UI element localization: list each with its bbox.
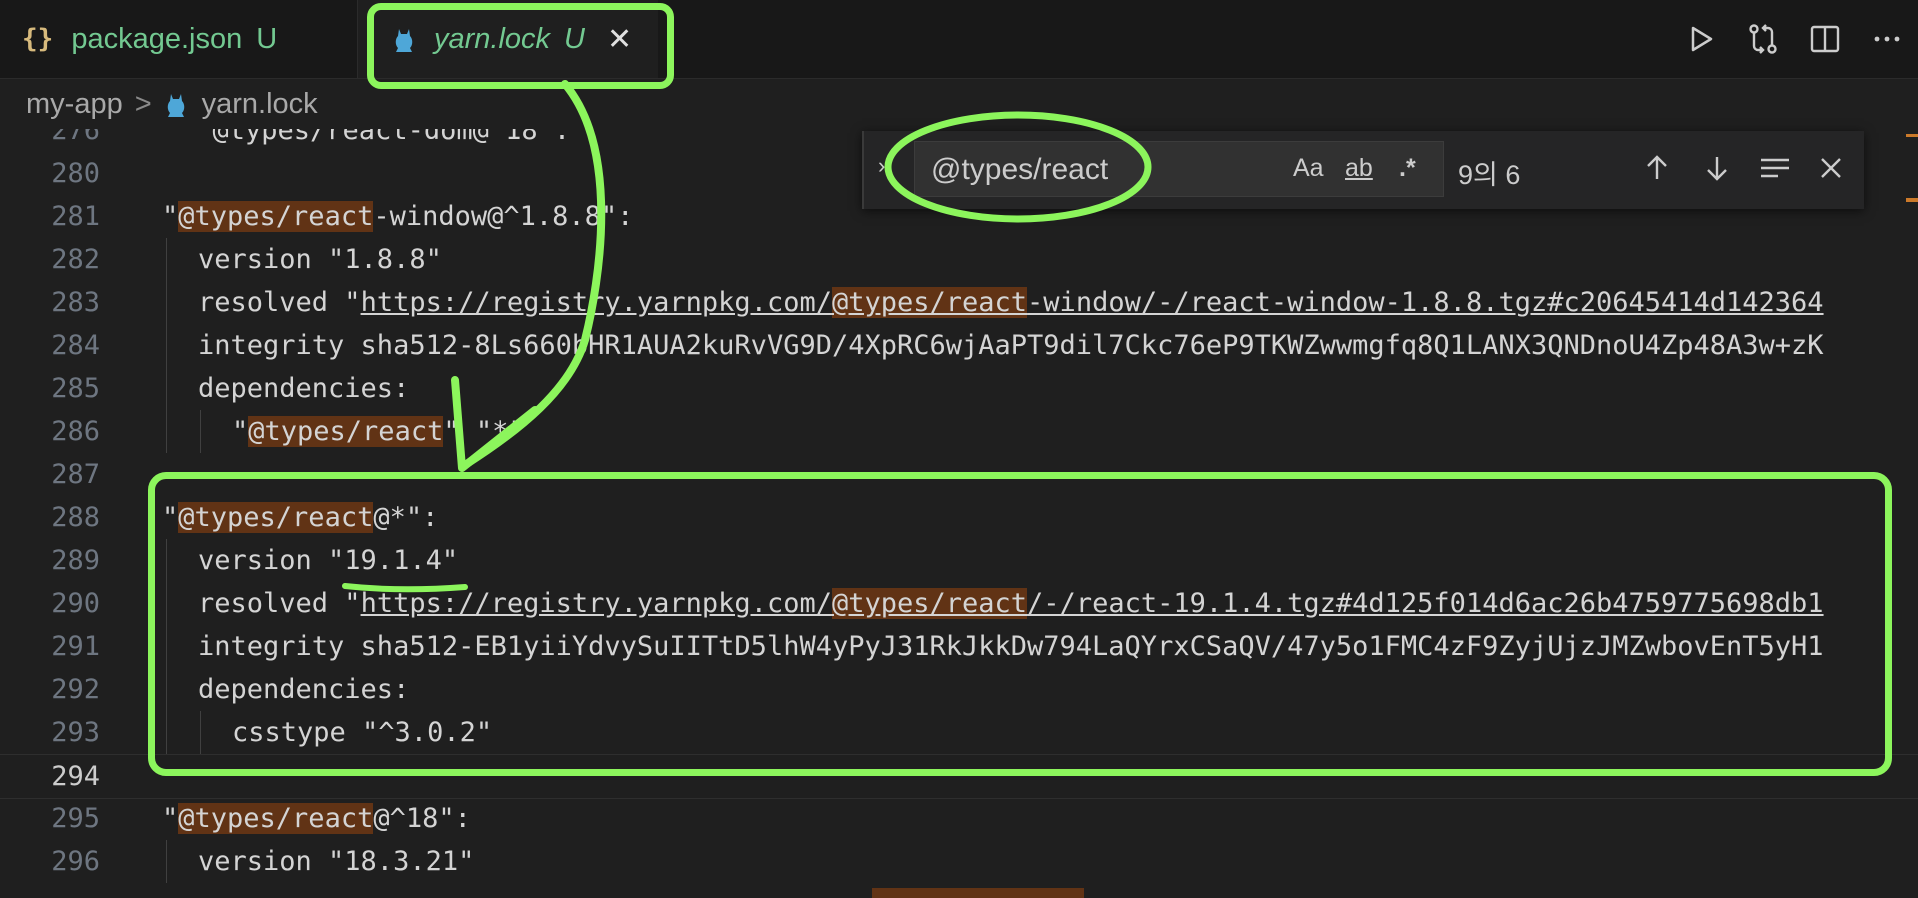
modified-badge: U xyxy=(564,22,585,55)
use-regex-button[interactable]: .* xyxy=(1399,154,1416,183)
line-text: version "18.3.21" xyxy=(198,846,475,877)
modified-badge: U xyxy=(256,22,278,55)
breadcrumb: my-app > yarn.lock xyxy=(0,79,1918,129)
line-text: csstype "^3.0.2" xyxy=(232,717,493,748)
line-text: "@types/react" "*" xyxy=(232,416,525,447)
find-input[interactable]: @types/react Aa ab .* xyxy=(914,141,1444,197)
line-text: "@types/react@^18": xyxy=(162,803,471,834)
line-number: 287 xyxy=(51,459,100,490)
braces-icon: {} xyxy=(22,24,54,54)
close-icon xyxy=(1821,158,1841,178)
line-text: dependencies: xyxy=(198,674,410,705)
yarn-cat-icon xyxy=(167,94,184,117)
code-line: 289 version "19.1.4" xyxy=(0,539,1918,582)
line-text: @types/react-dom@ 18 : xyxy=(180,129,571,146)
breadcrumb-separator: > xyxy=(134,87,152,120)
tab-label: package.json xyxy=(71,22,243,55)
close-tab-button[interactable]: ✕ xyxy=(607,22,632,57)
line-text: version "1.8.8" xyxy=(198,244,442,275)
line-number: 293 xyxy=(51,717,100,748)
find-result-count: 9의 6 xyxy=(1458,160,1521,190)
overview-ruler-mark xyxy=(1906,198,1918,202)
yarn-cat-icon xyxy=(395,29,413,52)
split-editor-button[interactable] xyxy=(1794,0,1856,78)
code-line: 287 xyxy=(0,453,1918,496)
line-number: 286 xyxy=(51,416,100,447)
line-number: 285 xyxy=(51,373,100,404)
compare-changes-icon xyxy=(1749,24,1777,54)
code-line: 283 resolved "https://registry.yarnpkg.c… xyxy=(0,281,1918,324)
code-line: 288 "@types/react@*": xyxy=(0,496,1918,539)
code-line: 282 version "1.8.8" xyxy=(0,238,1918,281)
tab-yarn-lock[interactable]: yarn.lock U ✕ xyxy=(358,0,658,78)
line-number: 292 xyxy=(51,674,100,705)
overview-ruler-mark xyxy=(1906,134,1918,137)
line-number: 294 xyxy=(51,761,100,792)
match-whole-word-button[interactable]: ab xyxy=(1345,154,1373,183)
find-widget: › @types/react Aa ab .* 9의 6 xyxy=(862,131,1864,209)
line-number: 295 xyxy=(51,803,100,834)
line-text: resolved "https://registry.yarnpkg.com/@… xyxy=(198,287,1824,318)
arrow-down-icon xyxy=(1707,157,1727,181)
line-text: "@types/react@*": xyxy=(162,502,439,533)
code-line: 285 dependencies: xyxy=(0,367,1918,410)
code-line: 286 "@types/react" "*" xyxy=(0,410,1918,453)
code-line: 290 resolved "https://registry.yarnpkg.c… xyxy=(0,582,1918,625)
tab-label: yarn.lock xyxy=(434,22,551,55)
line-text: resolved "https://registry.yarnpkg.com/@… xyxy=(198,588,1824,619)
line-number: 289 xyxy=(51,545,100,576)
more-actions-icon xyxy=(1874,36,1900,42)
find-in-selection-icon xyxy=(1761,158,1789,178)
line-number: 276 xyxy=(51,129,100,146)
close-find-button[interactable] xyxy=(1808,145,1854,191)
code-line: 292 dependencies: xyxy=(0,668,1918,711)
line-number: 282 xyxy=(51,244,100,275)
code-line-active: 294 xyxy=(0,754,1918,799)
toggle-replace-chevron-icon[interactable]: › xyxy=(878,153,885,179)
editor-tab-bar: {} package.json U yarn.lock U ✕ xyxy=(0,0,1918,79)
run-icon xyxy=(1691,26,1713,52)
line-text: version "19.1.4" xyxy=(198,545,459,576)
more-actions-button[interactable] xyxy=(1856,0,1918,78)
split-editor-icon xyxy=(1810,25,1840,53)
breadcrumb-folder[interactable]: my-app xyxy=(26,88,123,121)
breadcrumb-file[interactable]: yarn.lock xyxy=(202,88,318,121)
line-number: 284 xyxy=(51,330,100,361)
code-line: 291 integrity sha512-EB1yiiYdvySuIITtD5l… xyxy=(0,625,1918,668)
line-number: 280 xyxy=(51,158,100,189)
compare-changes-button[interactable] xyxy=(1732,0,1794,78)
find-in-selection-button[interactable] xyxy=(1752,145,1798,191)
code-line: 284 integrity sha512-8Ls660bHR1AUA2kuRvV… xyxy=(0,324,1918,367)
tab-package-json[interactable]: {} package.json U xyxy=(0,0,358,78)
code-line: 295 "@types/react@^18": xyxy=(0,797,1918,840)
line-text: "@types/react-window@^1.8.8": xyxy=(162,201,634,232)
code-line: 296 version "18.3.21" xyxy=(0,840,1918,883)
line-text: dependencies: xyxy=(198,373,410,404)
line-number: 290 xyxy=(51,588,100,619)
line-number: 296 xyxy=(51,846,100,877)
line-text: integrity sha512-8Ls660bHR1AUA2kuRvVG9D/… xyxy=(198,330,1824,361)
next-match-button[interactable] xyxy=(1694,145,1740,191)
line-number: 283 xyxy=(51,287,100,318)
match-case-button[interactable]: Aa xyxy=(1293,154,1324,183)
line-number: 288 xyxy=(51,502,100,533)
code-editor[interactable]: 276 @types/react-dom@ 18 : 280 281 "@typ… xyxy=(0,129,1918,898)
line-number: 291 xyxy=(51,631,100,662)
line-number: 281 xyxy=(51,201,100,232)
run-button[interactable] xyxy=(1670,0,1732,78)
line-text: integrity sha512-EB1yiiYdvySuIITtD5lhW4y… xyxy=(198,631,1824,662)
find-query[interactable]: @types/react xyxy=(931,153,1108,187)
code-line: 293 csstype "^3.0.2" xyxy=(0,711,1918,754)
arrow-up-icon xyxy=(1647,155,1667,179)
previous-match-button[interactable] xyxy=(1634,145,1680,191)
